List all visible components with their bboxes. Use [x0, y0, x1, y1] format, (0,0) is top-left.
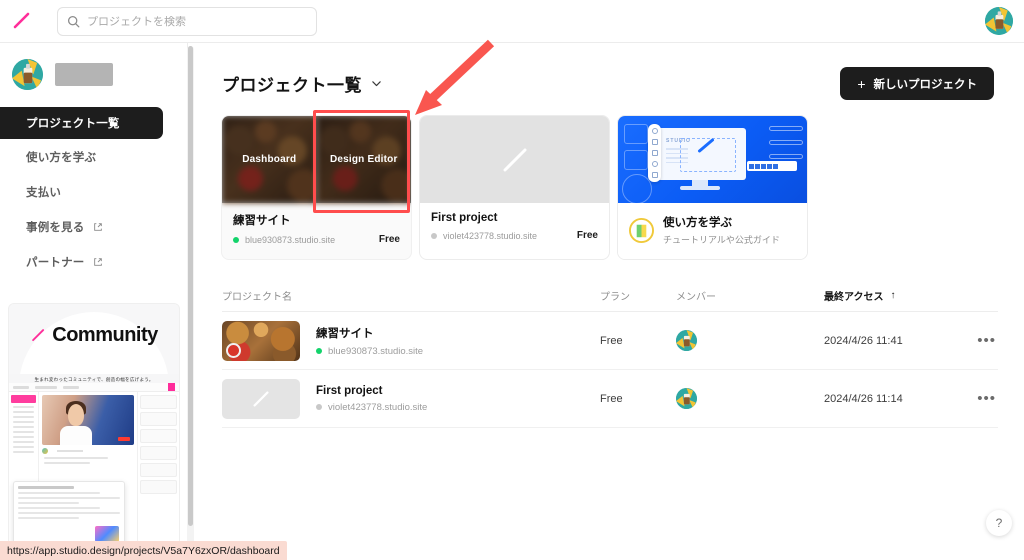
row-member — [676, 330, 824, 351]
new-project-button-label: 新しいプロジェクト — [873, 78, 978, 91]
sidebar-profile[interactable] — [0, 43, 187, 90]
sidebar-item-label: プロジェクト一覧 — [26, 118, 120, 130]
project-card-name: 練習サイト — [233, 215, 291, 227]
row-last-access: 2024/4/26 11:41 — [824, 334, 903, 347]
status-dot-online — [233, 236, 239, 243]
table-row[interactable]: First project violet423778.studio.site F… — [222, 370, 998, 428]
row-thumbnail — [222, 320, 300, 361]
plus-icon: + — [857, 75, 866, 92]
header-last-access[interactable]: 最終アクセス ↑ — [824, 288, 956, 303]
header-plan[interactable]: プラン — [600, 288, 676, 303]
project-card-first-project[interactable]: First project violet423778.studio.site F… — [420, 116, 609, 259]
sidebar-item-label: 事例を見る — [26, 221, 85, 234]
row-thumbnail — [222, 378, 300, 419]
status-dot-offline — [431, 232, 437, 239]
studio-slash-logo-icon[interactable] — [0, 0, 44, 43]
tutorial-illustration: STUDIO — [618, 116, 807, 203]
search-box[interactable] — [57, 7, 317, 36]
content-scrollbar[interactable] — [187, 46, 194, 546]
search-input[interactable] — [87, 15, 307, 28]
external-link-icon — [93, 257, 102, 266]
card-half-dashboard[interactable]: Dashboard — [222, 116, 317, 203]
projects-table: プロジェクト名 プラン メンバー 最終アクセス ↑ 練習サイト blue9308… — [222, 286, 998, 428]
top-bar — [0, 0, 1024, 43]
sidebar: プロジェクト一覧 使い方を学ぶ 支払い 事例を見る パートナー Communit… — [0, 43, 188, 560]
help-button[interactable]: ? — [986, 510, 1012, 536]
sidebar-item-label: パートナー — [26, 256, 85, 269]
sidebar-nav: プロジェクト一覧 使い方を学ぶ 支払い 事例を見る パートナー — [0, 107, 187, 279]
sidebar-item-learn[interactable]: 使い方を学ぶ — [0, 139, 187, 174]
new-project-button[interactable]: + 新しいプロジェクト — [840, 67, 994, 100]
project-card-body: 練習サイト blue930873.studio.site Free — [222, 203, 411, 257]
row-project-name: First project — [316, 384, 383, 397]
community-promo-title: Community — [52, 323, 158, 346]
external-link-icon — [93, 222, 102, 231]
community-promo-hero: Community — [9, 304, 179, 374]
studio-slash-icon — [32, 328, 45, 341]
project-cards: Dashboard Design Editor 練習サイト blue930873… — [194, 100, 1024, 259]
table-row[interactable]: 練習サイト blue930873.studio.site Free 2024/4… — [222, 312, 998, 370]
row-project-name: 練習サイト — [316, 327, 374, 340]
project-card-renshu-site[interactable]: Dashboard Design Editor 練習サイト blue930873… — [222, 116, 411, 259]
member-avatar[interactable] — [676, 330, 697, 351]
chevron-down-icon[interactable] — [371, 78, 382, 89]
row-actions: ••• — [956, 332, 996, 350]
row-menu-icon[interactable]: ••• — [977, 390, 996, 407]
project-card-plan: Free — [378, 234, 400, 245]
sidebar-item-projects[interactable]: プロジェクト一覧 — [0, 107, 163, 139]
app-window: プロジェクト一覧 使い方を学ぶ 支払い 事例を見る パートナー — [0, 0, 1024, 560]
card-half-design-editor-label: Design Editor — [329, 154, 398, 165]
row-member — [676, 388, 824, 409]
book-icon — [629, 217, 654, 243]
sidebar-item-showcase[interactable]: 事例を見る — [0, 209, 187, 244]
tutorial-card-title: 使い方を学ぶ — [663, 217, 732, 229]
member-avatar[interactable] — [676, 388, 697, 409]
sort-ascending-icon: ↑ — [890, 289, 896, 301]
account-name-redacted — [55, 63, 113, 86]
card-half-dashboard-label: Dashboard — [242, 154, 297, 165]
status-dot-online — [316, 348, 322, 354]
search-icon — [67, 15, 80, 28]
row-plan: Free — [600, 334, 623, 347]
community-promo-screenshot — [9, 383, 179, 556]
main-content: プロジェクト一覧 + 新しいプロジェクト Dashboard Design Ed… — [194, 43, 1024, 560]
community-promo-banner[interactable]: Community 生まれ変わったコミュニティで、創造の幅を広げよう。 — [8, 303, 180, 557]
row-menu-icon[interactable]: ••• — [977, 332, 996, 349]
sidebar-item-label: 使い方を学ぶ — [26, 151, 97, 164]
sidebar-item-label: 支払い — [26, 186, 62, 199]
row-last-access: 2024/4/26 11:14 — [824, 392, 903, 405]
project-card-thumbnail — [420, 116, 609, 203]
project-card-url: violet423778.studio.site — [443, 230, 538, 241]
tutorial-card[interactable]: STUDIO 使い方を学ぶ チュートリアルや公式ガイド — [618, 116, 807, 259]
project-card-body: First project violet423778.studio.site F… — [420, 203, 609, 253]
header-last-access-label: 最終アクセス — [824, 291, 884, 303]
slash-placeholder-icon — [503, 148, 526, 171]
page-title: プロジェクト一覧 — [222, 76, 362, 95]
sidebar-item-billing[interactable]: 支払い — [0, 174, 187, 209]
scrollbar-thumb[interactable] — [188, 46, 193, 526]
row-project-url: violet423778.studio.site — [328, 401, 428, 413]
table-header-row: プロジェクト名 プラン メンバー 最終アクセス ↑ — [222, 286, 998, 312]
header-project-name[interactable]: プロジェクト名 — [222, 288, 600, 303]
row-project-url: blue930873.studio.site — [328, 345, 424, 357]
status-dot-offline — [316, 404, 322, 410]
slash-placeholder-icon — [253, 390, 269, 407]
project-card-url: blue930873.studio.site — [245, 234, 336, 245]
row-plan: Free — [600, 392, 623, 405]
card-half-design-editor[interactable]: Design Editor — [316, 116, 411, 203]
page-header: プロジェクト一覧 + 新しいプロジェクト — [194, 43, 1024, 100]
account-avatar[interactable] — [985, 7, 1013, 35]
project-card-name: First project — [431, 212, 498, 224]
row-actions: ••• — [956, 390, 996, 408]
tutorial-card-subtitle: チュートリアルや公式ガイド — [663, 235, 780, 245]
tutorial-card-body: 使い方を学ぶ チュートリアルや公式ガイド — [618, 203, 807, 259]
header-member[interactable]: メンバー — [676, 288, 824, 303]
sidebar-avatar — [12, 59, 43, 90]
sidebar-item-partner[interactable]: パートナー — [0, 244, 187, 279]
status-bar-url: https://app.studio.design/projects/V5a7Y… — [0, 541, 287, 560]
project-card-plan: Free — [576, 230, 598, 241]
project-card-thumbnail: Dashboard Design Editor — [222, 116, 411, 203]
